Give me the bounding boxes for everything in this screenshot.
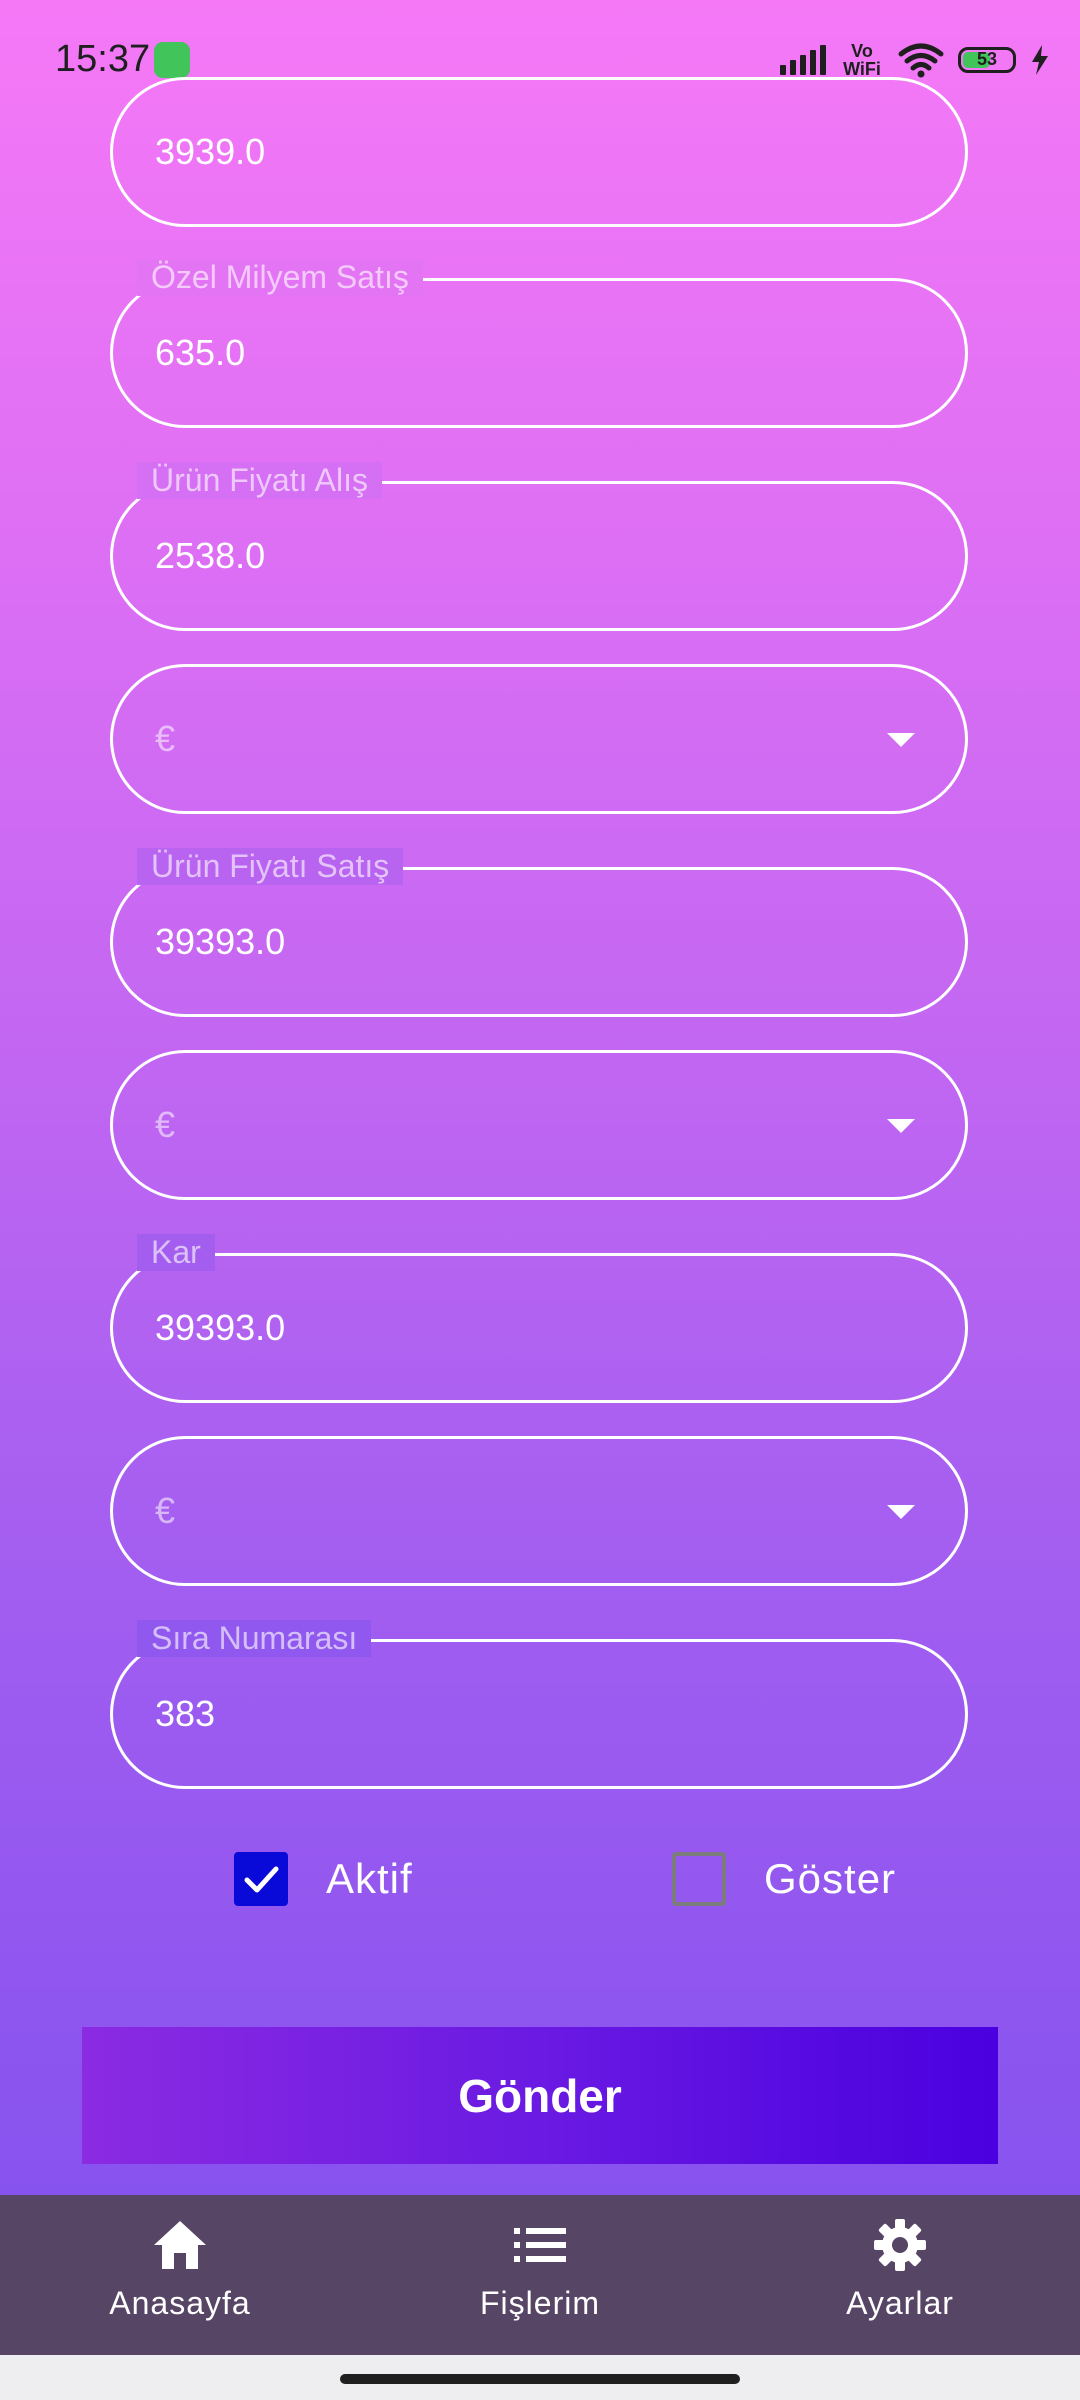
- dropdown-value: €: [155, 1490, 176, 1531]
- gonder-button[interactable]: Gönder: [82, 2027, 998, 2164]
- sira-numarasi-field[interactable]: Sıra Numarası 383: [110, 1620, 968, 1789]
- chevron-down-icon: [887, 1119, 915, 1133]
- chevron-down-icon: [887, 1505, 915, 1519]
- wifi-icon: [898, 43, 944, 78]
- nav-label: Fişlerim: [480, 2285, 600, 2321]
- battery-icon: 53: [958, 47, 1016, 73]
- aktif-label: Aktif: [326, 1855, 413, 1902]
- nav-label: Anasayfa: [109, 2285, 251, 2321]
- bottom-nav: Anasayfa Fişlerim Ayarlar: [0, 2195, 1080, 2355]
- currency-dropdown-3[interactable]: €: [110, 1436, 968, 1586]
- nav-item-anasayfa[interactable]: Anasayfa: [0, 2195, 360, 2355]
- field-label: Ürün Fiyatı Satış: [137, 848, 404, 885]
- field-value: 3939.0: [155, 131, 266, 172]
- home-indicator[interactable]: [340, 2374, 740, 2384]
- charging-icon: [1032, 45, 1048, 75]
- field-label: Sıra Numarası: [137, 1620, 372, 1657]
- check-icon: [244, 1866, 279, 1893]
- goster-checkbox[interactable]: [672, 1852, 726, 1906]
- battery-level: 53: [976, 49, 998, 69]
- field-value: 39393.0: [155, 1307, 286, 1348]
- app-notification-icon: [154, 42, 190, 78]
- nav-item-fislerim[interactable]: Fişlerim: [360, 2195, 720, 2355]
- home-icon: [150, 2215, 210, 2275]
- field-value: 39393.0: [155, 921, 286, 962]
- field-value: 635.0: [155, 332, 246, 373]
- status-icons: Vo WiFi 53: [780, 38, 1050, 82]
- nav-label: Ayarlar: [846, 2285, 954, 2321]
- field-label: Kar: [137, 1234, 215, 1271]
- urun-fiyati-alis-field[interactable]: Ürün Fiyatı Alış 2538.0: [110, 462, 968, 631]
- gesture-area: [0, 2355, 1080, 2400]
- field-value: 2538.0: [155, 535, 266, 576]
- gear-icon: [870, 2215, 930, 2275]
- chevron-down-icon: [887, 733, 915, 747]
- field-value: 383: [155, 1693, 216, 1734]
- urun-fiyati-satis-field[interactable]: Ürün Fiyatı Satış 39393.0: [110, 848, 968, 1017]
- status-time: 15:37: [55, 38, 151, 80]
- ozel-milyem-satis-field[interactable]: Özel Milyem Satış 635.0: [110, 259, 968, 428]
- nav-item-ayarlar[interactable]: Ayarlar: [720, 2195, 1080, 2355]
- signal-icon: [780, 45, 826, 75]
- aktif-checkbox[interactable]: [234, 1852, 288, 1906]
- goster-checkbox-row[interactable]: Göster: [672, 1852, 896, 1906]
- currency-dropdown-2[interactable]: €: [110, 1050, 968, 1200]
- kar-field[interactable]: Kar 39393.0: [110, 1234, 968, 1403]
- dropdown-value: €: [155, 718, 176, 759]
- field-label: Ürün Fiyatı Alış: [137, 462, 382, 499]
- aktif-checkbox-row[interactable]: Aktif: [234, 1852, 413, 1906]
- field-label: Özel Milyem Satış: [137, 259, 423, 296]
- dropdown-value: €: [155, 1104, 176, 1145]
- field-top-partial[interactable]: 3939.0: [110, 77, 968, 227]
- vowifi-indicator: Vo WiFi: [843, 41, 881, 79]
- currency-dropdown-1[interactable]: €: [110, 664, 968, 814]
- list-icon: [510, 2215, 570, 2275]
- goster-label: Göster: [764, 1855, 897, 1902]
